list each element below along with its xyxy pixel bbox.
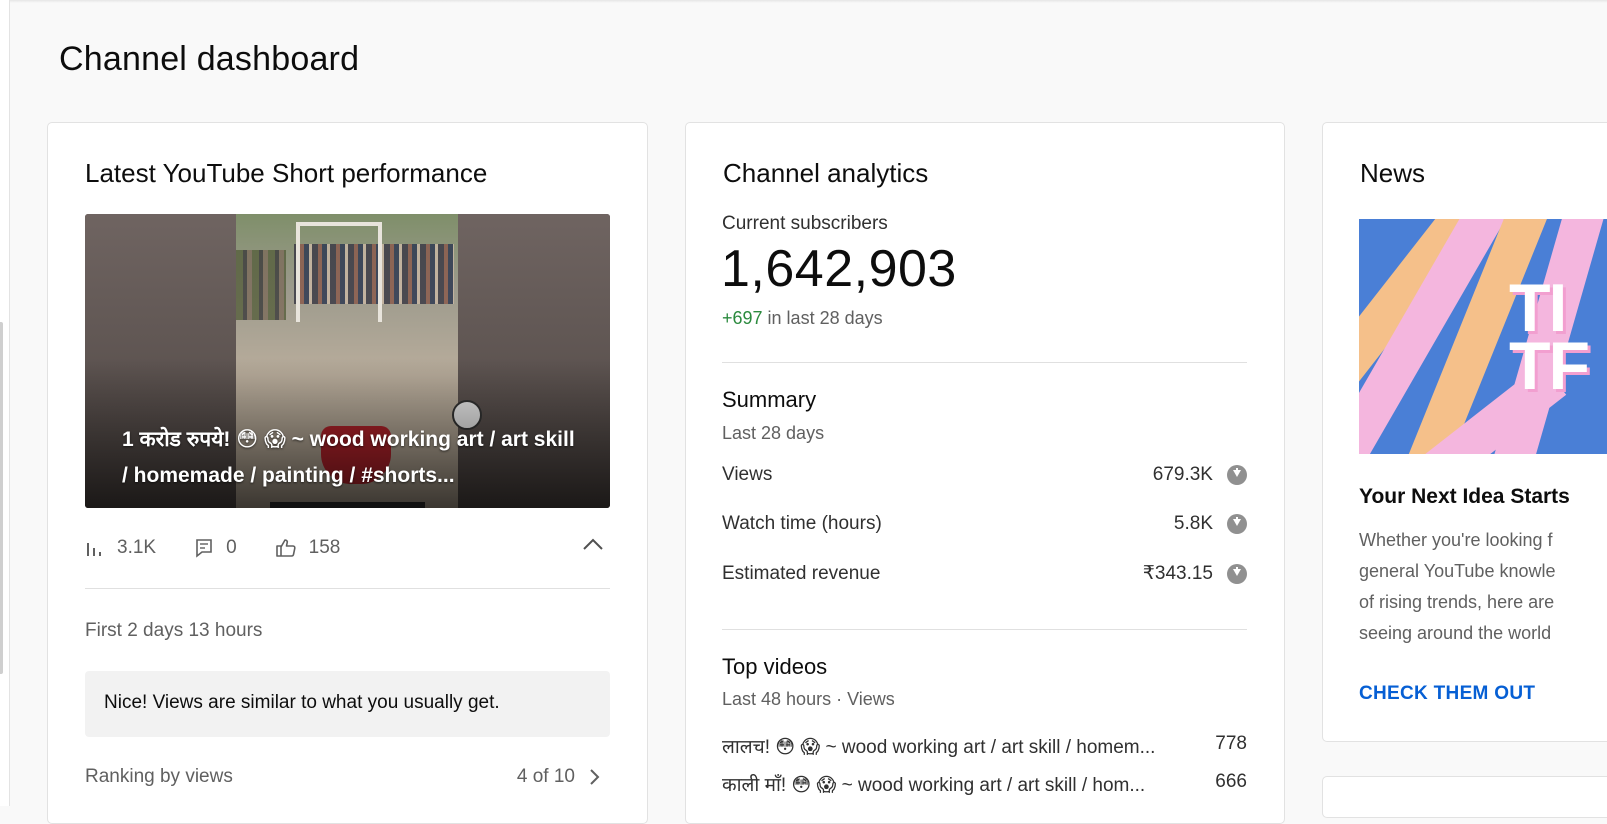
trend-down-icon [1227, 514, 1247, 534]
metric-value: ₹343.15 [1142, 563, 1213, 584]
ranking-value-group: 4 of 10 [517, 766, 605, 788]
summary-title: Summary [722, 387, 817, 412]
metric-label: Views [722, 464, 773, 485]
channel-analytics-card: Channel analytics Current subscribers 1,… [685, 122, 1285, 824]
check-them-out-link[interactable]: CHECK THEM OUT [1359, 683, 1535, 705]
metric-label: Estimated revenue [722, 562, 881, 584]
chevron-up-icon [583, 538, 603, 550]
thumbnail-progress-bar [270, 502, 425, 508]
subscribers-delta-value: +697 [722, 308, 763, 328]
ranking-row[interactable]: Ranking by views 4 of 10 [85, 766, 605, 788]
thumbnail-crowd-left [236, 250, 286, 320]
latest-short-card: Latest YouTube Short performance 1 करोड … [47, 122, 648, 824]
metric-label: Watch time (hours) [722, 513, 882, 534]
news-image-text: TI TF [1509, 274, 1590, 404]
top-video-row[interactable]: लालच! 😳 😱 ~ wood working art / art skill… [722, 733, 1247, 759]
comments-count: 0 [226, 537, 237, 558]
metric-value: 679.3K [1152, 464, 1213, 485]
news-body: Whether you're looking f general YouTube… [1359, 525, 1607, 649]
thumbnail-pole [378, 222, 382, 322]
subscribers-count: 1,642,903 [721, 240, 957, 298]
subscribers-label: Current subscribers [722, 213, 888, 234]
performance-note: Nice! Views are similar to what you usua… [85, 671, 610, 737]
collapse-button[interactable] [582, 537, 604, 556]
views-stat: 3.1K [85, 537, 156, 559]
chevron-right-icon [590, 769, 600, 785]
summary-period: Last 28 days [722, 423, 825, 443]
top-video-title: काली माँ! 😳 😱 ~ wood working art / art s… [722, 775, 1146, 796]
metric-value-group: 5.8K [1174, 513, 1247, 535]
news-body-line: seeing around the world [1359, 623, 1552, 643]
news-image[interactable]: TI TF [1359, 219, 1607, 454]
likes-stat: 158 [275, 537, 341, 559]
short-video-title[interactable]: 1 करोड रुपये! 😳 😱 ~ wood working art / a… [122, 422, 582, 494]
news-card: News TI TF Your Next Idea Starts Whether … [1322, 122, 1607, 742]
subscribers-delta-suffix: in last 28 days [762, 308, 883, 328]
news-body-line: of rising trends, here are [1359, 592, 1555, 612]
metric-row-revenue: Estimated revenue ₹343.15 [722, 562, 1247, 585]
metric-value-group: ₹343.15 [1143, 562, 1247, 585]
thumbnail-bar [296, 222, 382, 226]
metric-row-watch-time: Watch time (hours) 5.8K [722, 513, 1247, 535]
thumbnail-pole [296, 222, 300, 322]
top-video-views: 666 [1215, 771, 1247, 792]
news-headline: Your Next Idea Starts [1359, 485, 1570, 508]
next-news-card [1322, 776, 1607, 818]
top-shadow [0, 0, 1607, 3]
top-video-row[interactable]: काली माँ! 😳 😱 ~ wood working art / art s… [722, 771, 1247, 797]
top-videos-title: Top videos [722, 654, 828, 679]
metric-value-group: 679.3K [1153, 464, 1247, 486]
rail-scroll-mark[interactable] [0, 322, 3, 674]
ranking-label: Ranking by views [85, 766, 233, 787]
news-body-line: general YouTube knowle [1359, 561, 1556, 581]
metric-row-views: Views 679.3K [722, 464, 1247, 486]
trend-down-icon [1227, 563, 1247, 584]
divider [85, 588, 610, 589]
metric-value: 5.8K [1173, 513, 1213, 534]
thumbs-up-icon [275, 539, 296, 557]
short-thumbnail[interactable]: 1 करोड रुपये! 😳 😱 ~ wood working art / a… [85, 214, 610, 508]
comment-icon [196, 539, 212, 558]
top-video-title: लालच! 😳 😱 ~ wood working art / art skill… [722, 737, 1156, 758]
news-image-text-line: TF [1509, 328, 1590, 404]
trend-down-icon [1227, 465, 1247, 485]
period-label: First 2 days 13 hours [85, 620, 263, 641]
views-count: 3.1K [117, 537, 157, 558]
ranking-value: 4 of 10 [516, 766, 575, 787]
thumbnail-crowd [294, 244, 454, 304]
news-body-line: Whether you're looking f [1359, 530, 1553, 550]
news-card-title: News [1360, 158, 1426, 188]
likes-count: 158 [308, 537, 341, 558]
subscribers-delta: +697 in last 28 days [722, 308, 883, 329]
top-videos-period: Last 48 hours · Views [722, 689, 895, 709]
analytics-card-title: Channel analytics [723, 158, 929, 188]
short-card-title: Latest YouTube Short performance [85, 158, 488, 188]
page-title: Channel dashboard [59, 40, 360, 78]
divider [722, 629, 1247, 630]
top-video-views: 778 [1215, 733, 1247, 754]
bar-chart-icon [87, 543, 101, 556]
comments-stat: 0 [194, 537, 237, 559]
short-stats-row: 3.1K 0 158 [85, 535, 610, 561]
divider [722, 362, 1247, 363]
